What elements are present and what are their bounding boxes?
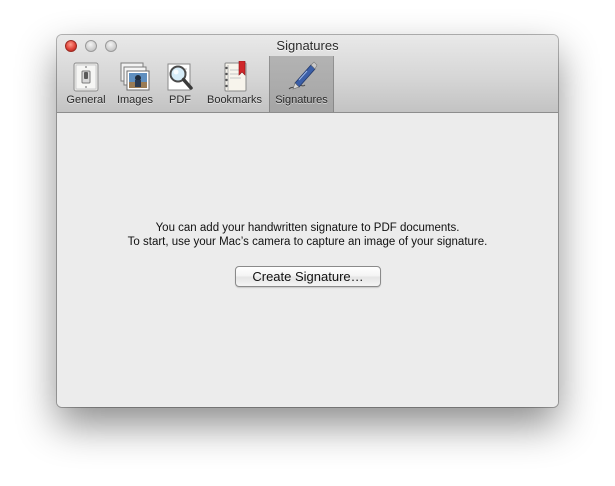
tab-bookmarks-label: Bookmarks [206, 94, 263, 106]
preferences-window: Signatures General Images PDF Bookmarks … [57, 35, 558, 407]
tab-pdf[interactable]: PDF [160, 56, 200, 112]
signature-instructions: You can add your handwritten signature t… [57, 222, 558, 249]
signatures-pane: You can add your handwritten signature t… [57, 113, 558, 407]
tab-signatures[interactable]: Signatures [269, 56, 334, 112]
instructions-line-1: You can add your handwritten signature t… [155, 222, 460, 234]
window-title: Signatures [276, 38, 339, 53]
tab-pdf-label: PDF [169, 94, 191, 106]
instructions-line-2: To start, use your Mac’s camera to captu… [127, 235, 488, 248]
create-signature-button[interactable]: Create Signature… [235, 266, 381, 287]
tab-images[interactable]: Images [110, 56, 160, 112]
light-switch-icon [73, 62, 99, 92]
title-bar: Signatures General Images PDF Bookmarks … [57, 35, 558, 113]
tab-images-label: Images [116, 94, 154, 106]
tab-general-label: General [66, 94, 106, 106]
tab-general[interactable]: General [62, 56, 110, 112]
tab-bookmarks[interactable]: Bookmarks [200, 56, 269, 112]
tab-signatures-label: Signatures [275, 94, 328, 106]
bookmark-book-icon [224, 61, 246, 92]
magnifier-pdf-icon [167, 63, 193, 91]
photo-stack-icon [120, 62, 150, 91]
preferences-toolbar: General Images PDF Bookmarks Signatures [62, 56, 334, 112]
fountain-pen-icon [288, 61, 317, 90]
